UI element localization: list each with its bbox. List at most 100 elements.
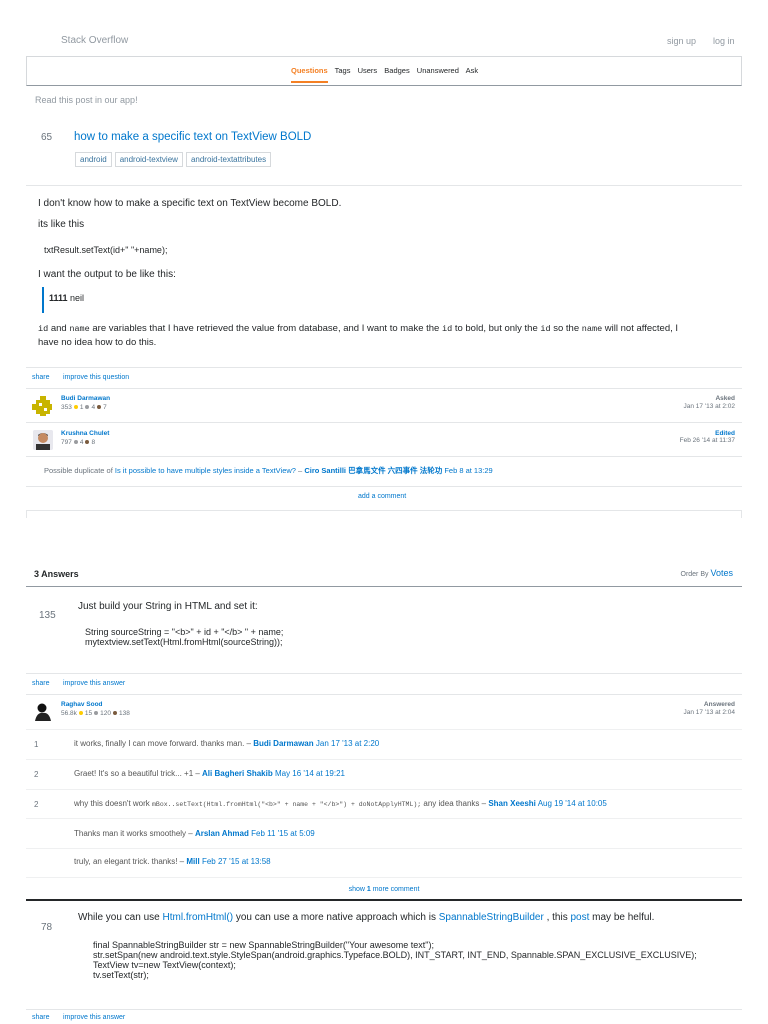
post-link[interactable]: post	[570, 912, 589, 923]
duplicate-link[interactable]: Is it possible to have multiple styles i…	[115, 466, 296, 475]
silver-badge-icon	[94, 710, 99, 715]
comment-score: 1	[34, 740, 39, 749]
divider	[26, 486, 742, 487]
answers-header-rule	[26, 586, 742, 587]
site-name[interactable]: Stack Overflow	[61, 35, 128, 46]
answer1-vote-count: 135	[39, 610, 56, 621]
comment-row: truly, an elegant trick. thanks! – Mill …	[26, 848, 742, 878]
inline-code-id: id	[441, 324, 453, 334]
comment-user[interactable]: Arslan Ahmad	[195, 829, 249, 838]
inline-code: mBox..setText(Html.fromHtml("<b>" + name…	[152, 801, 422, 808]
comment-date[interactable]: Feb 8 at 13:29	[444, 466, 492, 475]
answer1-code-line1: String sourceString = "<b>" + id + "</b>…	[85, 627, 284, 637]
avatar[interactable]	[33, 701, 53, 721]
comment-date[interactable]: May 16 '14 at 19:21	[275, 769, 345, 778]
comment-text: any idea thanks –	[421, 799, 489, 808]
comment-user[interactable]: Shan Xeeshi	[488, 799, 536, 808]
answerer-name[interactable]: Raghav Sood	[61, 701, 103, 708]
nav-tabs: Questions Tags Users Badges Unanswered A…	[291, 66, 479, 83]
answerer-reputation: 56.8k 15 120 138	[61, 710, 130, 717]
order-by: Order By Votes	[681, 568, 734, 578]
text: , this	[543, 912, 571, 923]
reputation: 353	[61, 404, 72, 411]
asker-name[interactable]: Budi Darmawan	[61, 395, 110, 402]
html-fromhtml-link[interactable]: Html.fromHtml()	[163, 912, 234, 923]
divider	[26, 1009, 742, 1010]
avatar[interactable]	[33, 430, 53, 450]
add-comment-link[interactable]: add a comment	[358, 493, 406, 500]
spannablestringbuilder-link[interactable]: SpannableStringBuilder	[439, 912, 544, 923]
text: have no idea how to do this.	[38, 337, 157, 348]
comment-user[interactable]: Mill	[186, 857, 199, 866]
question-title[interactable]: how to make a specific text on TextView …	[74, 131, 311, 143]
bronze-count: 7	[103, 404, 107, 411]
edited-label[interactable]: Edited	[715, 430, 735, 437]
comment-user[interactable]: Ciro Santilli 巴拿馬文件 六四事件 法轮功	[304, 466, 442, 475]
editor-reputation: 797 4 8	[61, 439, 95, 446]
comment-date[interactable]: Jan 17 '13 at 2:20	[316, 739, 379, 748]
tab-tags[interactable]: Tags	[335, 66, 351, 75]
question-body-line2: its like this	[38, 219, 85, 230]
gold-count: 1	[79, 404, 84, 411]
tag-android[interactable]: android	[75, 152, 112, 167]
share-answer2-link[interactable]: share	[32, 1014, 50, 1021]
question-body-line1: I don't know how to make a specific text…	[38, 198, 342, 209]
question-body-line4: id and name are variables that I have re…	[38, 322, 678, 349]
question-body-line3: I want the output to be like this:	[38, 269, 176, 280]
share-question-link[interactable]: share	[32, 374, 50, 381]
comment-date[interactable]: Feb 11 '15 at 5:09	[251, 829, 315, 838]
comment-user[interactable]: Budi Darmawan	[253, 739, 313, 748]
text: are variables that I have retrieved the …	[89, 323, 442, 334]
comment-row: 1 it works, finally I can move forward. …	[26, 729, 742, 759]
answered-label: Answered	[703, 701, 735, 708]
tag-android-textview[interactable]: android-textview	[114, 152, 183, 167]
comment-date[interactable]: Aug 19 '14 at 10:05	[538, 799, 607, 808]
comment-row: Thanks man it works smoothely – Arslan A…	[26, 818, 742, 848]
question-blockquote: 1111 neil	[42, 287, 84, 313]
comment-text: why this doesn't work	[74, 799, 153, 808]
show-more-comments-link[interactable]: show 1 more comment	[349, 886, 420, 893]
divider	[26, 422, 742, 423]
divider	[26, 185, 742, 186]
editor-name[interactable]: Krushna Chulet	[61, 430, 109, 437]
comment-score: 2	[34, 800, 39, 809]
avatar[interactable]	[32, 396, 52, 416]
divider	[26, 456, 742, 457]
edited-date: Feb 26 '14 at 11:37	[679, 437, 735, 444]
signup-link[interactable]: sign up	[667, 36, 696, 46]
improve-answer2-link[interactable]: improve this answer	[63, 1014, 125, 1021]
tab-badges[interactable]: Badges	[384, 66, 409, 75]
asked-label: Asked	[715, 395, 735, 402]
inline-code-name: name	[581, 324, 603, 334]
bronze-count: 138	[119, 710, 130, 717]
answer1-code-line2: mytextview.setText(Html.fromHtml(sourceS…	[85, 637, 283, 647]
comment-row: 2 Graet! It's so a beautiful trick... +1…	[26, 759, 742, 789]
answer2-code-line2: str.setSpan(new android.text.style.Style…	[93, 950, 697, 960]
silver-count: 4	[91, 404, 96, 411]
share-answer1-link[interactable]: share	[32, 680, 50, 687]
divider	[26, 673, 742, 674]
order-by-votes[interactable]: Votes	[710, 568, 733, 578]
bronze-badge-icon	[97, 404, 102, 409]
tab-questions[interactable]: Questions	[291, 66, 328, 83]
answer2-text: While you can use Html.fromHtml() you ca…	[78, 912, 654, 923]
app-prompt[interactable]: Read this post in our app!	[35, 95, 138, 105]
login-link[interactable]: log in	[713, 36, 735, 46]
comment-user[interactable]: Ali Bagheri Shakib	[202, 769, 273, 778]
comment-date[interactable]: Feb 27 '15 at 13:58	[202, 857, 271, 866]
text: you can use a more native approach which…	[233, 912, 439, 923]
quote-text: neil	[67, 293, 85, 303]
comment-score: 2	[34, 770, 39, 779]
tab-ask[interactable]: Ask	[466, 66, 479, 75]
tab-users[interactable]: Users	[358, 66, 378, 75]
tag-android-textattributes[interactable]: android-textattributes	[185, 152, 272, 167]
tab-unanswered[interactable]: Unanswered	[417, 66, 459, 75]
comment-text: Graet! It's so a beautiful trick... +1 –	[74, 769, 203, 778]
question-panel-bottom	[26, 510, 742, 518]
comment-text: truly, an elegant trick. thanks! –	[74, 857, 187, 866]
gold-badge-icon	[78, 710, 83, 715]
improve-answer1-link[interactable]: improve this answer	[63, 680, 125, 687]
improve-question-link[interactable]: improve this question	[63, 374, 129, 381]
reputation: 797	[61, 439, 72, 446]
answer2-code-line1: final SpannableStringBuilder str = new S…	[93, 940, 435, 950]
